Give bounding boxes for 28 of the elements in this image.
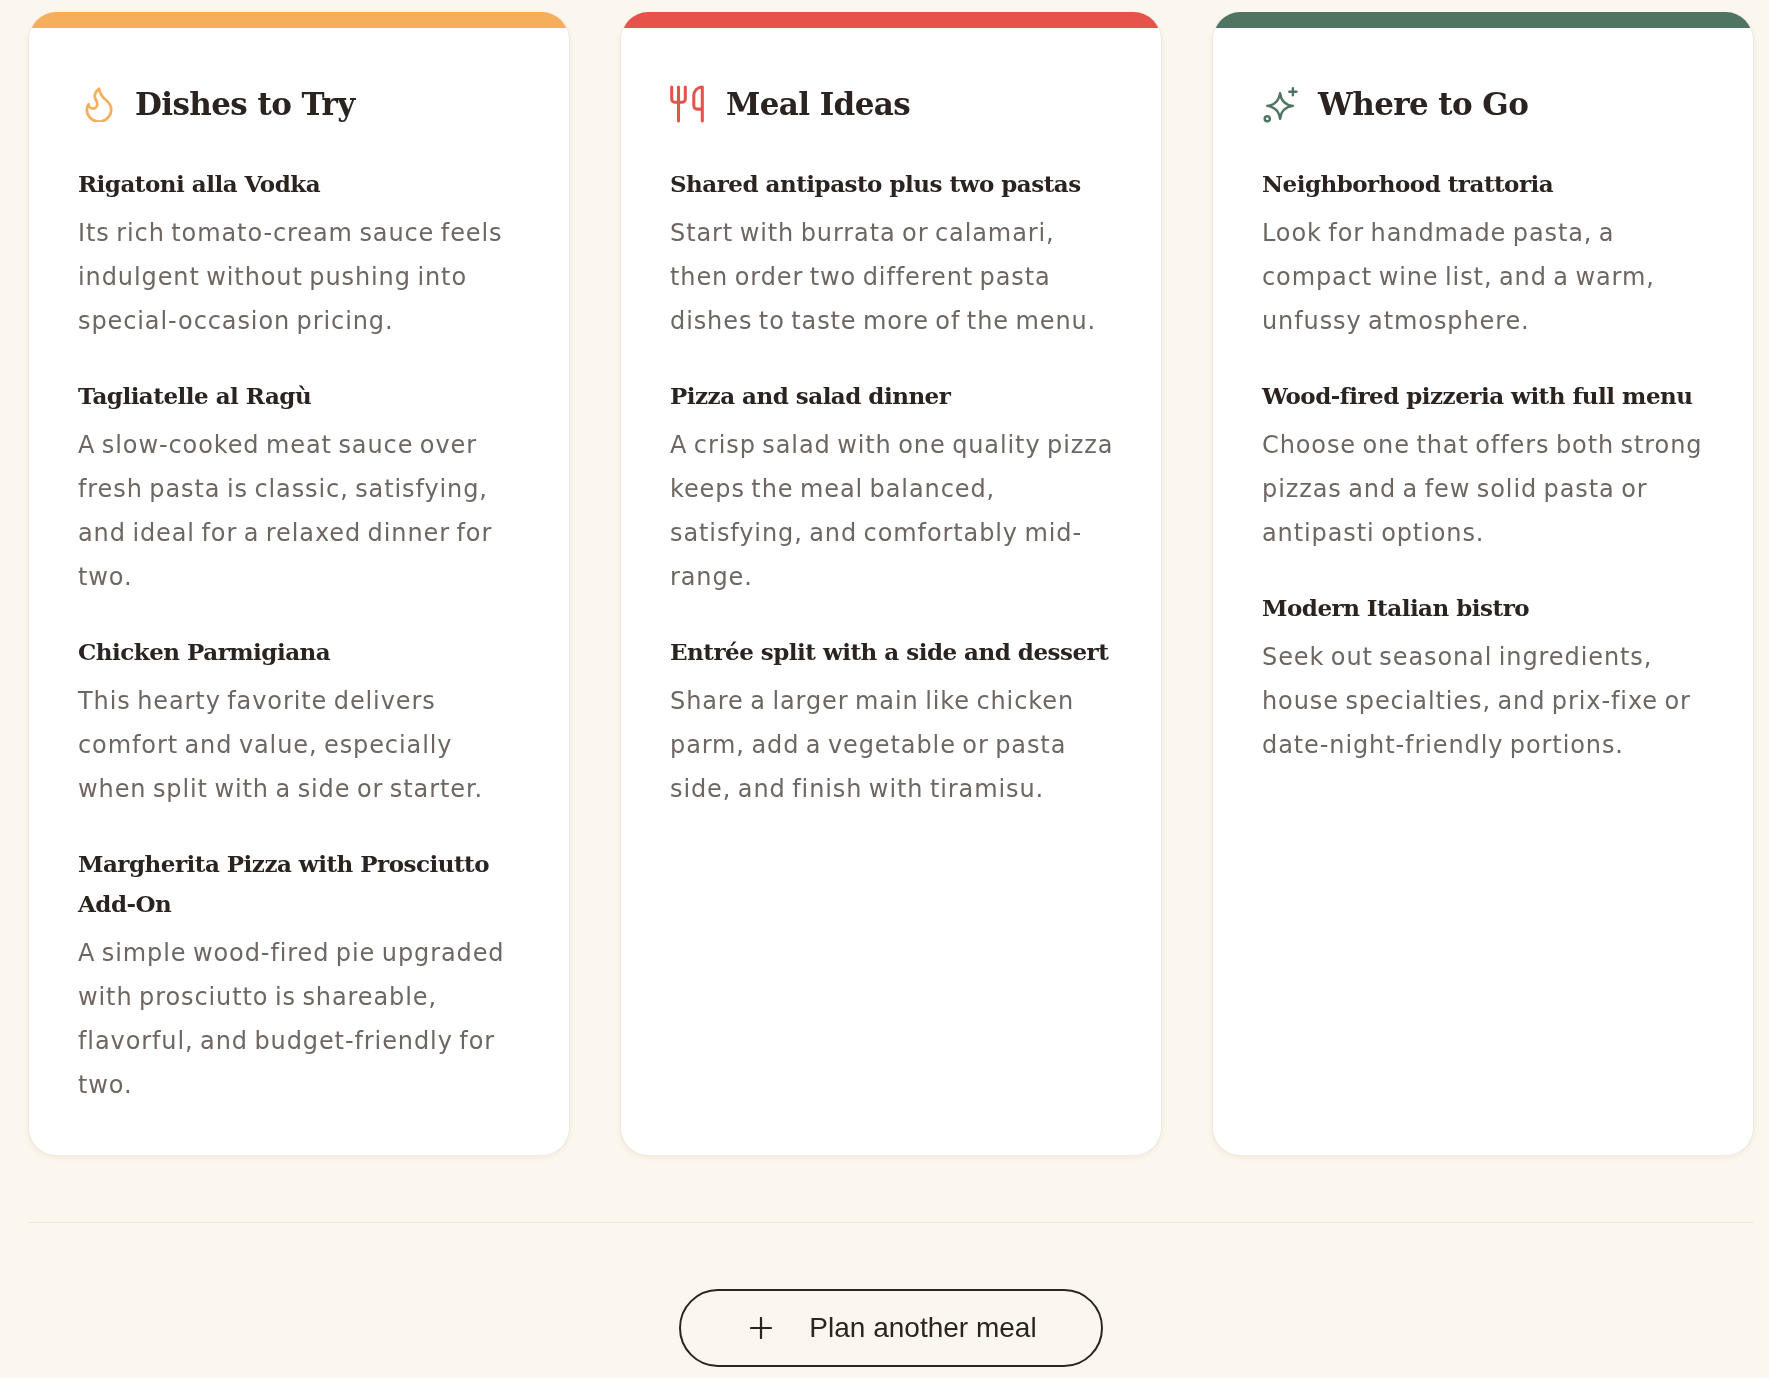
item-description: Share a larger main like chicken parm, add a vegetable or pasta side, and finish with tiramisu. xyxy=(670,686,1075,805)
flame-icon xyxy=(85,86,113,122)
item-description: Look for handmade pasta, a compact wine list, and a warm, unfussy atmosphere. xyxy=(1262,218,1656,337)
card-title: Meal Ideas xyxy=(726,85,911,124)
item-title: Modern Italian bistro xyxy=(1262,593,1531,623)
item-description: This hearty favorite delivers comfort and value, especially when split with a side or starter. xyxy=(78,686,484,805)
item-description: A slow-cooked meat sauce over fresh pasta is classic, satisfying, and ideal for a relaxed dinner for two. xyxy=(78,430,494,593)
sparkle-icon xyxy=(1263,85,1300,123)
item-description: Start with burrata or calamari, then order two different pasta dishes to taste more of the menu. xyxy=(670,218,1098,337)
item-title: Neighborhood trattoria xyxy=(1262,169,1555,199)
plan-meal-button[interactable]: Plan another meal xyxy=(679,1289,1103,1367)
item-title: Shared antipasto plus two pastas xyxy=(670,169,1082,199)
item-title: Chicken Parmigiana xyxy=(78,637,332,667)
item-title: Rigatoni alla Vodka xyxy=(78,169,322,199)
plus-icon xyxy=(750,1317,773,1339)
item-title: Wood-fired pizzeria with full menu xyxy=(1262,381,1694,411)
item-description: A simple wood-fired pie upgraded with prosciutto is shareable, flavorful, and budget-friendly for two. xyxy=(78,938,506,1101)
fork-and-knife-icon xyxy=(670,85,704,123)
item-description: A crisp salad with one quality pizza keeps the meal balanced, satisfying, and comfortably mid-range. xyxy=(670,430,1115,593)
item-description: Its rich tomato-cream sauce feels indulgent without pushing into special-occasion pricing. xyxy=(78,218,504,337)
card-title: Where to Go xyxy=(1318,85,1529,124)
item-description: Seek out seasonal ingredients, house specialties, and prix-fixe or date-night-friendly portions. xyxy=(1262,642,1692,761)
item-title: Margherita Pizza with Prosciutto Add-On xyxy=(78,849,491,919)
item-title: Pizza and salad dinner xyxy=(670,381,952,411)
item-title: Entrée split with a side and dessert xyxy=(670,637,1110,667)
item-description: Choose one that offers both strong pizzas and a few solid pasta or antipasti options. xyxy=(1262,430,1704,549)
card-title: Dishes to Try xyxy=(135,85,355,124)
item-title: Tagliatelle al Ragù xyxy=(78,381,313,411)
